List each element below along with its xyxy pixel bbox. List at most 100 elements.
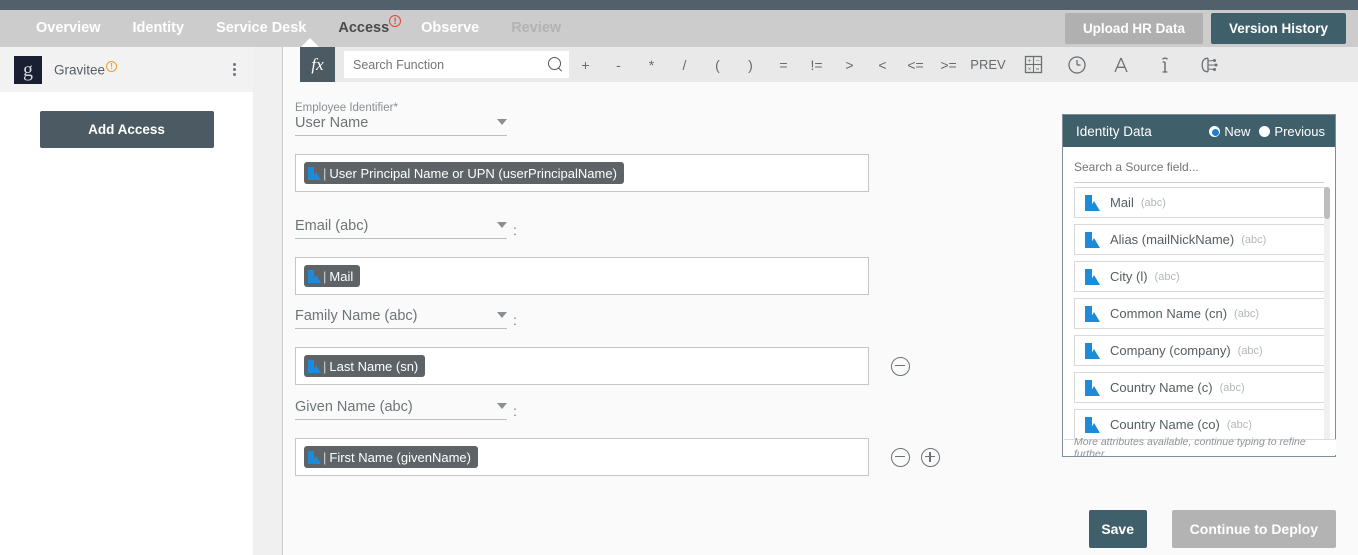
email-select[interactable]: Email (abc) bbox=[295, 218, 507, 239]
upload-hr-data-button[interactable]: Upload HR Data bbox=[1064, 13, 1203, 44]
list-item[interactable]: Alias (mailNickName) (abc) bbox=[1074, 224, 1326, 255]
add-access-button[interactable]: Add Access bbox=[39, 111, 214, 148]
remove-row-icon[interactable] bbox=[891, 356, 910, 376]
svg-text:−: − bbox=[1035, 58, 1039, 65]
source-field-search[interactable] bbox=[1074, 158, 1324, 183]
operator-not-equals[interactable]: != bbox=[800, 57, 833, 73]
attribute-icon bbox=[308, 359, 321, 373]
operator-greater-than[interactable]: > bbox=[833, 57, 866, 73]
search-icon[interactable] bbox=[548, 57, 563, 72]
nav-label-observe: Observe bbox=[421, 20, 480, 36]
app-name-text: Gravitee bbox=[54, 62, 106, 78]
radio-previous-label: Previous bbox=[1274, 123, 1325, 139]
given-name-row-controls bbox=[891, 447, 940, 467]
token-chip[interactable]: | User Principal Name or UPN (userPrinci… bbox=[304, 162, 624, 184]
list-item[interactable]: City (l) (abc) bbox=[1074, 261, 1326, 292]
fx-icon[interactable]: fx bbox=[300, 47, 335, 82]
info-icon[interactable] bbox=[1143, 55, 1187, 75]
family-name-token-box[interactable]: | Last Name (sn) bbox=[295, 347, 869, 385]
token-label: Mail bbox=[329, 268, 354, 284]
operator-less-than[interactable]: < bbox=[866, 57, 899, 73]
footer-actions: Save Continue to Deploy bbox=[1088, 510, 1336, 548]
ai-icon[interactable] bbox=[1187, 55, 1231, 75]
continue-to-deploy-button[interactable]: Continue to Deploy bbox=[1171, 510, 1336, 548]
clock-icon[interactable] bbox=[1055, 55, 1099, 75]
employee-identifier-value: User Name bbox=[295, 115, 369, 131]
nav-item-identity[interactable]: Identity bbox=[117, 10, 201, 47]
nav-item-access[interactable]: Access ! bbox=[322, 10, 405, 47]
given-name-token-box[interactable]: | First Name (givenName) bbox=[295, 438, 869, 476]
attribute-icon bbox=[308, 166, 321, 180]
email-token-box[interactable]: | Mail bbox=[295, 257, 869, 295]
operator-greater-equal[interactable]: >= bbox=[932, 57, 965, 73]
given-name-select[interactable]: Given Name (abc) bbox=[295, 399, 507, 420]
app-card-gravitee[interactable]: g Gravitee! bbox=[0, 47, 253, 92]
attribute-icon bbox=[308, 450, 321, 464]
attribute-icon bbox=[1084, 231, 1100, 248]
chevron-down-icon bbox=[497, 118, 507, 125]
operator-multiply[interactable]: * bbox=[635, 57, 668, 73]
employee-identifier-token-box[interactable]: | User Principal Name or UPN (userPrinci… bbox=[295, 154, 869, 192]
list-item-type: (abc) bbox=[1241, 233, 1267, 246]
nav-label-access: Access bbox=[338, 20, 390, 36]
save-button[interactable]: Save bbox=[1088, 510, 1147, 548]
nav-label-overview: Overview bbox=[36, 20, 101, 36]
source-list-scrollbar[interactable] bbox=[1324, 187, 1330, 442]
attribute-icon bbox=[1084, 305, 1100, 322]
text-icon[interactable] bbox=[1099, 55, 1143, 75]
scrollbar-thumb[interactable] bbox=[1324, 187, 1330, 219]
token-chip[interactable]: | Mail bbox=[304, 265, 361, 287]
identity-data-title: Identity Data bbox=[1076, 123, 1152, 139]
list-item[interactable]: Country Name (c) (abc) bbox=[1074, 372, 1326, 403]
employee-identifier-select-row: User Name bbox=[295, 115, 869, 136]
employee-identifier-select[interactable]: User Name bbox=[295, 115, 507, 136]
add-row-icon[interactable] bbox=[921, 447, 940, 467]
operator-close-paren[interactable]: ) bbox=[734, 57, 767, 73]
nav-item-observe[interactable]: Observe bbox=[405, 10, 495, 47]
list-item[interactable]: Common Name (cn) (abc) bbox=[1074, 298, 1326, 329]
list-item-name: City (l) bbox=[1110, 269, 1148, 284]
nav-item-review[interactable]: Review bbox=[495, 10, 577, 47]
source-field-search-input[interactable] bbox=[1074, 160, 1324, 174]
radio-new[interactable]: New bbox=[1209, 124, 1250, 139]
token-chip[interactable]: | Last Name (sn) bbox=[304, 355, 426, 377]
radio-previous[interactable]: Previous bbox=[1259, 124, 1325, 139]
token-label: First Name (givenName) bbox=[329, 449, 471, 465]
attribute-icon bbox=[1084, 268, 1100, 285]
warning-icon: ! bbox=[106, 61, 118, 73]
svg-text:×: × bbox=[1027, 67, 1031, 73]
list-item[interactable]: Mail (abc) bbox=[1074, 187, 1326, 218]
list-item-name: Mail bbox=[1110, 195, 1134, 210]
operator-equals[interactable]: = bbox=[767, 57, 800, 73]
identity-source-radio-group: New Previous bbox=[1209, 124, 1325, 139]
remove-row-icon[interactable] bbox=[891, 447, 910, 467]
list-item[interactable]: Company (company) (abc) bbox=[1074, 335, 1326, 366]
source-field-list: Mail (abc) Alias (mailNickName) (abc) Ci… bbox=[1074, 187, 1326, 442]
operator-minus[interactable]: - bbox=[602, 57, 635, 73]
token-separator: | bbox=[323, 165, 327, 181]
formula-toolbar: fx + - * / ( ) = != > < <= >= PREV bbox=[300, 38, 1358, 82]
left-sidebar: g Gravitee! Add Access bbox=[0, 47, 253, 555]
operator-plus[interactable]: + bbox=[569, 57, 602, 73]
token-chip[interactable]: | First Name (givenName) bbox=[304, 446, 478, 468]
family-name-select[interactable]: Family Name (abc) bbox=[295, 308, 507, 329]
nav-item-overview[interactable]: Overview bbox=[20, 10, 117, 47]
operator-prev[interactable]: PREV bbox=[965, 57, 1011, 72]
family-name-row-controls bbox=[891, 356, 910, 376]
family-name-colon: : bbox=[513, 312, 517, 328]
operator-divide[interactable]: / bbox=[668, 57, 701, 73]
token-label: User Principal Name or UPN (userPrincipa… bbox=[329, 165, 617, 181]
calculator-icon[interactable]: + − × = bbox=[1011, 55, 1055, 74]
token-separator: | bbox=[323, 268, 327, 284]
version-history-button[interactable]: Version History bbox=[1210, 13, 1346, 44]
app-name-label: Gravitee! bbox=[54, 61, 118, 78]
operator-less-equal[interactable]: <= bbox=[899, 57, 932, 73]
search-function-input[interactable] bbox=[353, 57, 548, 72]
function-search-box[interactable] bbox=[344, 51, 569, 78]
nav-label-service-desk: Service Desk bbox=[216, 20, 307, 36]
email-select-row: Email (abc) : bbox=[295, 218, 869, 239]
app-more-menu-icon[interactable] bbox=[229, 59, 239, 80]
list-item-name: Alias (mailNickName) bbox=[1110, 232, 1235, 247]
operator-open-paren[interactable]: ( bbox=[701, 57, 734, 73]
list-item-name: Country Name (c) bbox=[1110, 380, 1213, 395]
